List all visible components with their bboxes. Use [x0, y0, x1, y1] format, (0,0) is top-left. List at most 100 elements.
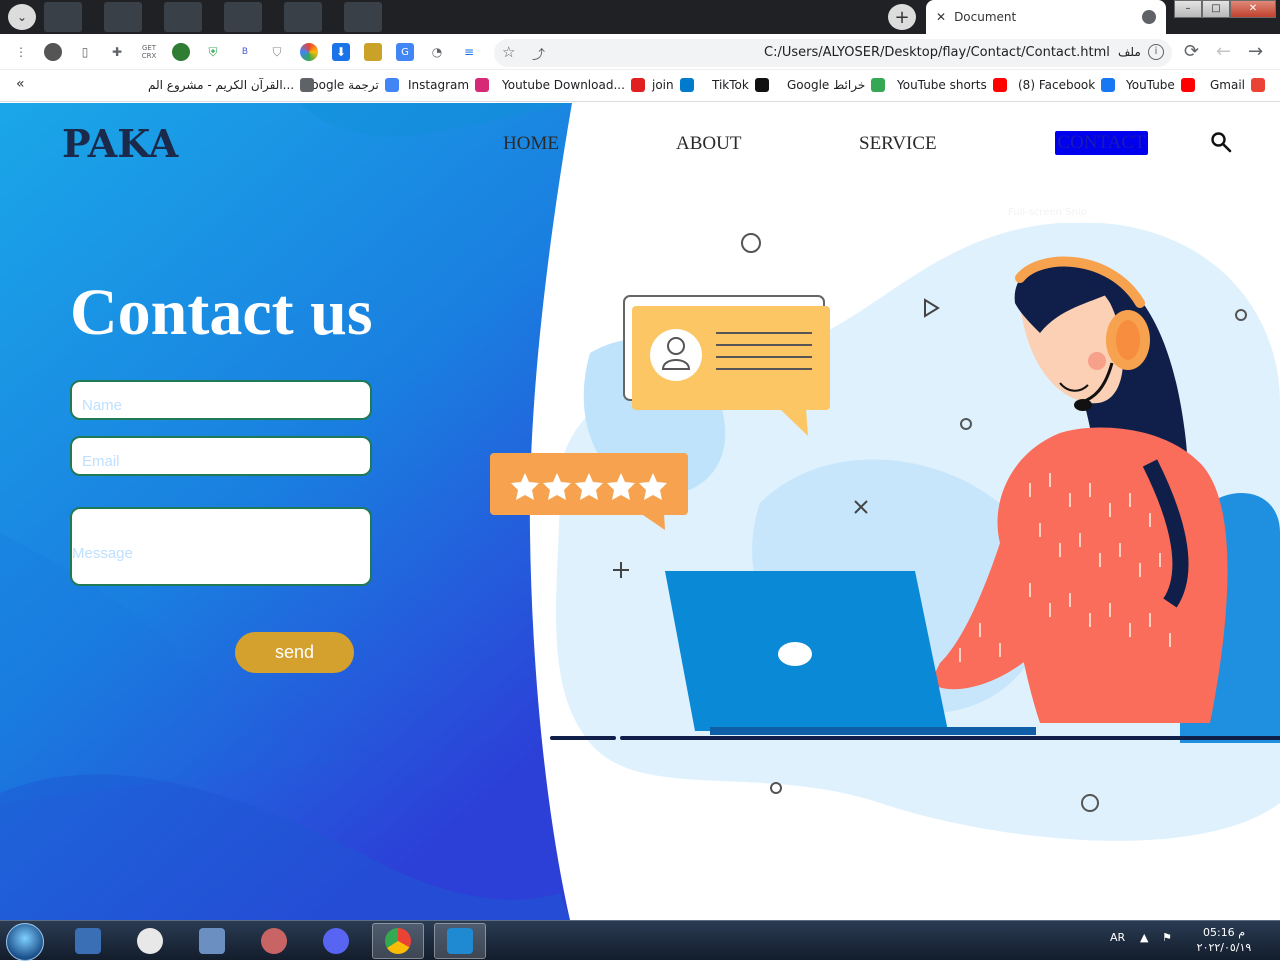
- back-arrow-icon[interactable]: →: [1248, 41, 1263, 62]
- name-input[interactable]: [70, 380, 372, 420]
- b-extension-icon[interactable]: B: [236, 43, 254, 61]
- side-panel-icon[interactable]: ▯: [76, 43, 94, 61]
- network-icon: [199, 928, 225, 954]
- clock[interactable]: 05:16 م ٢٠٢٢/٠٥/١٩: [1190, 925, 1258, 955]
- bookmark-label: Gmail: [1210, 78, 1246, 92]
- nav-home-link[interactable]: HOME: [503, 133, 559, 155]
- bookmark-item[interactable]: TikTok: [712, 78, 769, 92]
- facebook-icon: [1101, 78, 1116, 92]
- tiktok-icon: [754, 78, 769, 92]
- bookmark-item[interactable]: Google خرائط: [787, 78, 886, 92]
- bookmark-label: Google خرائط: [787, 78, 866, 92]
- download-icon: [630, 78, 645, 92]
- translate-extension-icon[interactable]: G: [396, 43, 414, 61]
- download-extension-icon[interactable]: ⬇: [332, 43, 350, 61]
- bookmark-item[interactable]: YouTube shorts: [897, 78, 1007, 92]
- clock-date: ٢٠٢٢/٠٥/١٩: [1196, 941, 1252, 954]
- clock-time: 05:16 م: [1202, 926, 1245, 939]
- nav-contact-link[interactable]: CONTACT: [1055, 131, 1148, 155]
- window-controls: – □ ✕: [1174, 0, 1276, 18]
- bookmark-star-icon[interactable]: ☆: [502, 43, 515, 61]
- search-icon[interactable]: [1210, 131, 1232, 153]
- bookmark-label: YouTube shorts: [897, 78, 987, 92]
- flag-extension-icon[interactable]: [364, 43, 382, 61]
- background-window-thumbnails: [44, 0, 404, 34]
- message-textarea[interactable]: [70, 507, 372, 586]
- taskbar-app-chrome[interactable]: [372, 923, 424, 959]
- youtube-icon: [992, 78, 1007, 92]
- deco-circle-icon: [770, 782, 782, 794]
- bookmarks-overflow-icon[interactable]: «: [16, 76, 25, 92]
- new-tab-button[interactable]: +: [888, 4, 916, 30]
- taskbar-app-explorer[interactable]: [62, 923, 114, 959]
- bookmark-label: Youtube Download...: [502, 78, 625, 92]
- globe-icon: [1142, 10, 1156, 24]
- tab-manager-icon[interactable]: ≡: [460, 43, 478, 61]
- gmail-icon: [1251, 78, 1266, 92]
- page-title: Contact us: [70, 276, 373, 349]
- bookmark-label: join: [652, 78, 674, 92]
- taskbar-app-discord[interactable]: [310, 923, 362, 959]
- email-input[interactable]: [70, 436, 372, 476]
- share-icon[interactable]: ⤴: [532, 44, 545, 63]
- bookmark-label: TikTok: [712, 78, 749, 92]
- bookmark-item[interactable]: YouTube: [1126, 78, 1195, 92]
- nav-about-link[interactable]: ABOUT: [676, 133, 741, 155]
- reload-icon[interactable]: ⟳: [1184, 41, 1199, 62]
- bookmark-item[interactable]: القرآن الكريم - مشروع الم...: [148, 78, 315, 92]
- page-viewport: PAKA HOME ABOUT SERVICE CONTACT Full-scr…: [0, 103, 1280, 920]
- send-button[interactable]: send: [235, 632, 354, 673]
- discord-icon: [323, 928, 349, 954]
- translate-icon: [384, 78, 399, 92]
- tab-document[interactable]: ✕ Document: [926, 0, 1166, 34]
- bookmark-item[interactable]: join: [652, 78, 694, 92]
- minimize-button[interactable]: –: [1174, 0, 1202, 18]
- deco-circle-icon: [741, 233, 761, 253]
- menu-dots-icon[interactable]: ⋮: [12, 43, 30, 61]
- close-window-button[interactable]: ✕: [1230, 0, 1276, 18]
- vpn-shield-icon[interactable]: ⛉: [268, 43, 286, 61]
- support-illustration: [490, 223, 1280, 841]
- language-indicator[interactable]: AR: [1110, 931, 1125, 944]
- brand-logo[interactable]: PAKA: [62, 121, 178, 166]
- chrome-icon: [385, 928, 411, 954]
- wireshark-icon: [137, 928, 163, 954]
- tray-expand-icon[interactable]: ▲: [1140, 931, 1148, 944]
- speedometer-icon[interactable]: ◔: [428, 43, 446, 61]
- bookmark-label: Instagram: [408, 78, 470, 92]
- flag-tray-icon[interactable]: ⚑: [1162, 931, 1172, 944]
- bookmark-label: YouTube: [1126, 78, 1175, 92]
- close-tab-icon[interactable]: ✕: [936, 10, 946, 24]
- site-info-icon[interactable]: i: [1148, 44, 1164, 60]
- getcrx-extension-icon[interactable]: GET CRX: [140, 43, 158, 61]
- start-button[interactable]: [6, 923, 44, 961]
- taskbar-app-wireshark[interactable]: [124, 923, 176, 959]
- taskbar-app-vscode[interactable]: [434, 923, 486, 959]
- maximize-button[interactable]: □: [1202, 0, 1230, 18]
- bookmark-item[interactable]: (8) Facebook: [1018, 78, 1116, 92]
- vscode-icon: [447, 928, 473, 954]
- bookmark-item[interactable]: Gmail: [1210, 78, 1266, 92]
- bookmark-item[interactable]: Instagram: [408, 78, 490, 92]
- nav-service-link[interactable]: SERVICE: [859, 133, 937, 155]
- forward-arrow-icon[interactable]: ←: [1216, 41, 1231, 62]
- bookmark-item[interactable]: Google ترجمة: [302, 78, 399, 92]
- chevron-down-icon: ⌄: [16, 10, 28, 24]
- bookmark-label: (8) Facebook: [1018, 78, 1096, 92]
- tab-title: Document: [954, 10, 1017, 24]
- windows-taskbar: AR ▲ ⚑ 05:16 م ٢٠٢٢/٠٥/١٩: [0, 920, 1280, 961]
- address-bar[interactable]: ☆ ⤴ C:/Users/ALYOSER/Desktop/flay/Contac…: [494, 39, 1172, 67]
- profile-avatar[interactable]: [44, 43, 62, 61]
- color-picker-icon[interactable]: [300, 43, 318, 61]
- instagram-icon: [475, 78, 490, 92]
- earth-extension-icon[interactable]: [172, 43, 190, 61]
- bookmark-item[interactable]: Youtube Download...: [502, 78, 645, 92]
- globe-icon: [300, 78, 315, 92]
- tab-search-button[interactable]: ⌄: [8, 4, 36, 30]
- shield-extension-icon[interactable]: ⛨: [204, 43, 222, 61]
- extensions-puzzle-icon[interactable]: ✚: [108, 43, 126, 61]
- snipping-tool-icon: [261, 928, 287, 954]
- taskbar-app-snipping[interactable]: [248, 923, 300, 959]
- vscode-icon: [679, 78, 694, 92]
- taskbar-app-network[interactable]: [186, 923, 238, 959]
